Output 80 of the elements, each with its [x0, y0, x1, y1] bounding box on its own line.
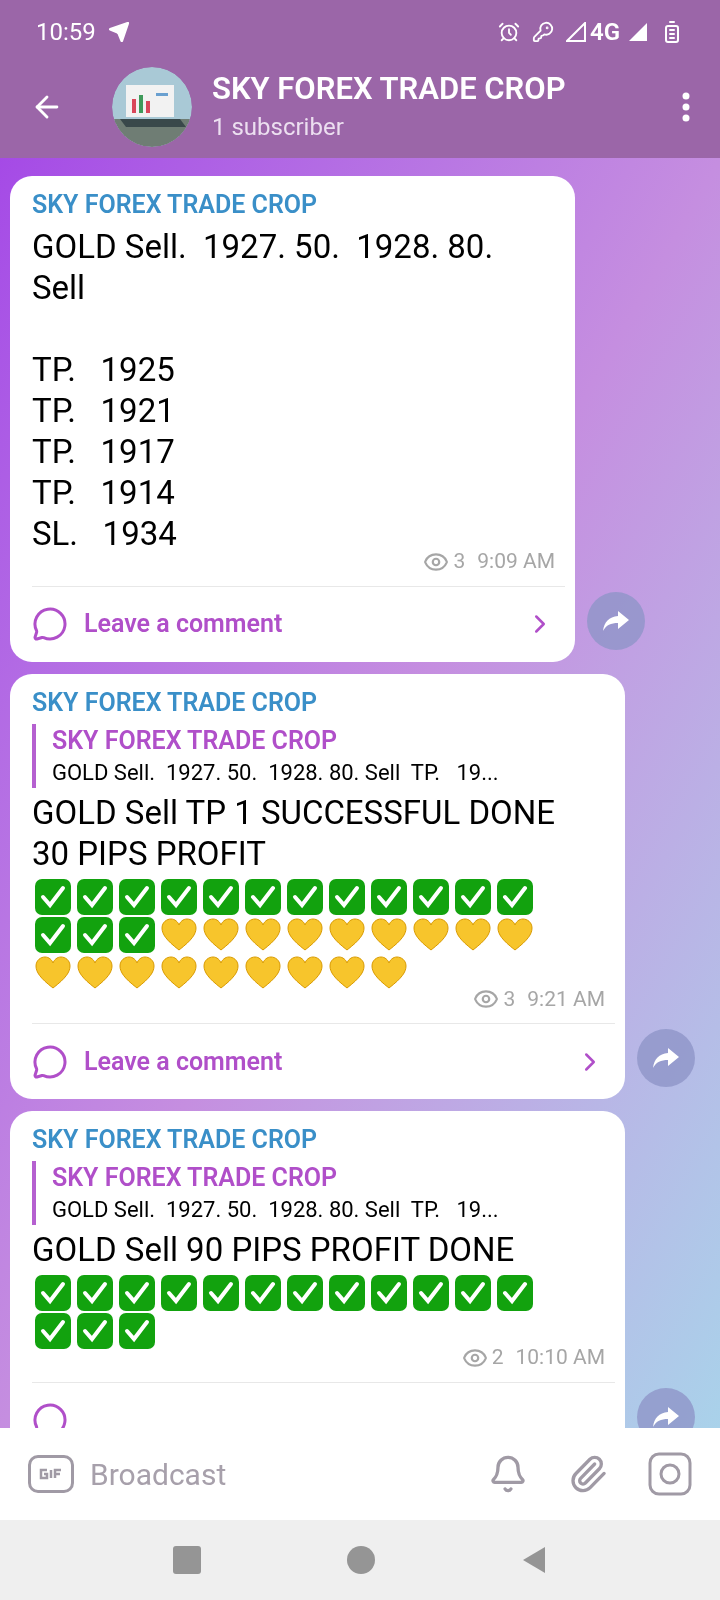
quoted-channel-name: SKY FOREX TRADE CROP — [52, 724, 339, 757]
view-count: 2 — [491, 1344, 504, 1371]
back-nav-icon[interactable] — [521, 1545, 547, 1575]
check-mark-emoji-icon — [369, 1274, 409, 1312]
comment-icon — [32, 1402, 68, 1428]
check-mark-emoji-icon — [495, 877, 535, 916]
channel-name: SKY FOREX TRADE CROP — [32, 189, 319, 221]
message-text: GOLD Sell 90 PIPS PROFIT DONE — [32, 1229, 516, 1270]
forward-icon — [653, 1406, 679, 1427]
check-mark-emoji-icon — [33, 877, 73, 916]
check-mark-emoji-icon — [33, 1312, 73, 1350]
gif-icon — [38, 1467, 64, 1481]
check-mark-emoji-icon — [75, 915, 115, 954]
channel-name: SKY FOREX TRADE CROP — [32, 686, 319, 719]
gif-button[interactable] — [28, 1455, 74, 1493]
message-time: 9:21 AM — [527, 985, 605, 1013]
check-mark-emoji-icon — [75, 1312, 115, 1350]
check-mark-emoji-icon — [285, 1274, 325, 1312]
network-type: 4G — [589, 17, 620, 48]
comment-icon — [32, 1043, 68, 1080]
share-button[interactable] — [637, 1387, 695, 1428]
check-mark-emoji-icon — [453, 877, 493, 916]
view-count: 3 — [453, 548, 466, 575]
check-mark-emoji-icon — [117, 915, 157, 954]
leave-comment-button[interactable]: Leave a comment — [84, 1042, 559, 1081]
check-mark-emoji-icon — [453, 1274, 493, 1312]
reply-quote[interactable]: SKY FOREX TRADE CROP GOLD Sell. 1927. 50. 1928. 80. Sell TP. 19... — [32, 723, 605, 788]
check-mark-emoji-icon — [75, 877, 115, 916]
signal-icon — [628, 22, 648, 42]
quoted-message-text: GOLD Sell. 1927. 50. 1928. 80. Sell TP. 19... — [52, 758, 500, 787]
comment-icon — [32, 606, 68, 642]
bell-icon[interactable] — [488, 1454, 528, 1494]
alarm-icon — [497, 21, 520, 43]
check-mark-emoji-icon — [201, 877, 241, 916]
camera-icon[interactable] — [648, 1452, 692, 1496]
view-count: 3 — [503, 985, 516, 1013]
check-mark-emoji-icon — [243, 877, 283, 916]
attach-icon[interactable] — [568, 1454, 608, 1494]
forward-icon — [653, 1048, 679, 1068]
message-text: GOLD Sell. 1927. 50. 1928. 80. Sell — [32, 226, 495, 308]
check-mark-emoji-icon — [243, 1274, 283, 1312]
check-mark-emoji-icon — [33, 915, 73, 954]
check-mark-emoji-icon — [411, 877, 451, 916]
leave-comment-button[interactable]: Leave a comment — [84, 605, 509, 643]
reply-quote[interactable]: SKY FOREX TRADE CROP GOLD Sell. 1927. 50. 1928. 80. Sell TP. 19... — [32, 1161, 605, 1225]
subscriber-count: 1 subscriber — [212, 112, 345, 143]
check-mark-emoji-icon — [285, 877, 325, 916]
forward-icon — [603, 610, 629, 631]
status-time: 10:59 — [36, 17, 96, 48]
channel-name: SKY FOREX TRADE CROP — [32, 1124, 319, 1156]
channel-title: SKY FOREX TRADE CROP — [212, 69, 567, 109]
check-mark-emoji-icon — [159, 877, 199, 916]
check-mark-emoji-icon — [411, 1274, 451, 1312]
quoted-channel-name: SKY FOREX TRADE CROP — [52, 1162, 339, 1194]
message-text: SL. 1934 — [32, 513, 178, 554]
check-mark-emoji-icon — [327, 1274, 367, 1312]
check-mark-emoji-icon — [369, 877, 409, 916]
key-icon — [531, 21, 554, 43]
check-mark-emoji-icon — [75, 1274, 115, 1312]
check-mark-emoji-icon — [117, 1274, 157, 1312]
menu-button[interactable] — [682, 92, 690, 122]
message-time: 10:10 AM — [515, 1344, 605, 1371]
check-mark-emoji-icon — [117, 877, 157, 916]
check-mark-emoji-icon — [495, 1274, 535, 1312]
message-input[interactable]: Broadcast — [90, 1451, 472, 1497]
message-text: TP. 1925 — [32, 349, 176, 390]
check-mark-emoji-icon — [33, 1274, 73, 1312]
check-mark-emoji-icon — [159, 1274, 199, 1312]
home-button[interactable] — [347, 1546, 375, 1574]
check-mark-emoji-icon — [117, 1312, 157, 1350]
message-text: GOLD Sell TP 1 SUCCESSFUL DONE 30 PIPS PROFIT — [32, 791, 557, 874]
check-mark-emoji-icon — [201, 1274, 241, 1312]
check-mark-emoji-icon — [327, 877, 367, 916]
quoted-message-text: GOLD Sell. 1927. 50. 1928. 80. Sell TP. 19... — [52, 1196, 500, 1224]
signal-icon — [565, 22, 586, 42]
message-text: TP. 1921 — [32, 390, 176, 431]
message-text: TP. 1917 — [32, 431, 176, 472]
message-time: 9:09 AM — [477, 548, 555, 575]
message-text: TP. 1914 — [32, 472, 176, 513]
menu-icon — [682, 92, 690, 122]
